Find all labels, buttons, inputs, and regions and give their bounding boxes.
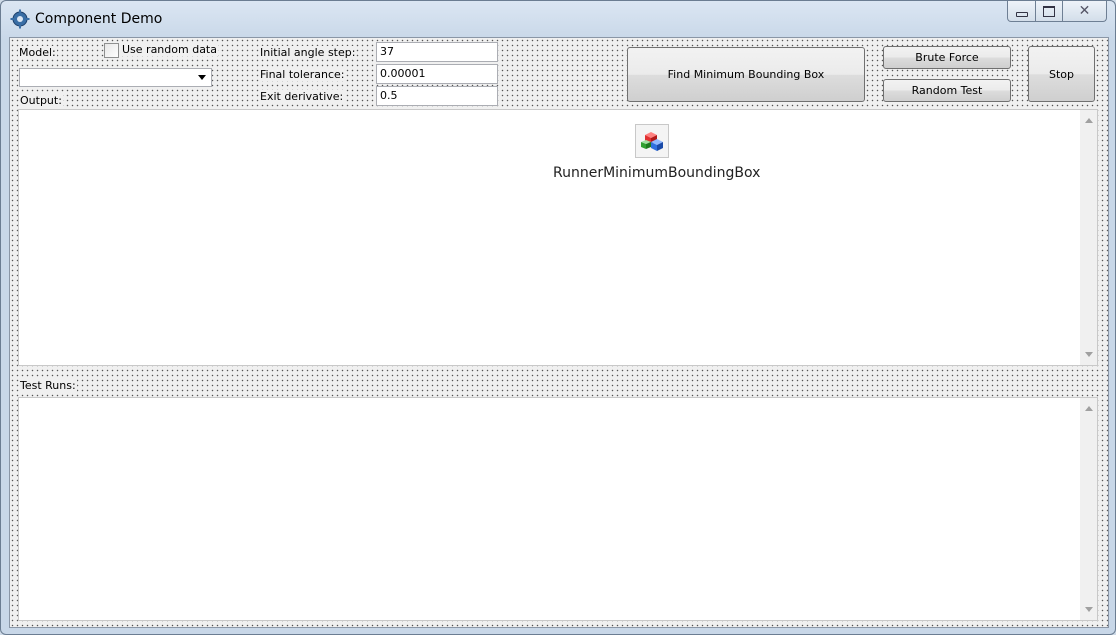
colored-boxes-icon[interactable] [635, 124, 669, 158]
brute-force-button[interactable]: Brute Force [883, 46, 1011, 69]
window-controls: ✕ [1007, 1, 1107, 22]
final-tolerance-input[interactable]: 0.00001 [376, 64, 498, 84]
model-label: Model: [18, 46, 57, 59]
initial-angle-step-label: Initial angle step: [259, 46, 357, 59]
colored-boxes-graphic [641, 132, 663, 151]
test-runs-label: Test Runs: [19, 379, 77, 392]
initial-angle-step-input[interactable]: 37 [376, 42, 498, 62]
output-scrollbar[interactable] [1080, 110, 1097, 365]
minimize-icon [1015, 11, 1028, 17]
test-runs-scrollbar[interactable] [1080, 398, 1097, 620]
model-combobox[interactable] [19, 68, 212, 87]
scroll-down-icon[interactable] [1085, 352, 1093, 357]
stop-button[interactable]: Stop [1028, 46, 1095, 102]
chevron-down-icon [198, 75, 206, 80]
window-title: Component Demo [35, 11, 163, 27]
final-tolerance-label: Final tolerance: [259, 68, 346, 81]
random-test-button[interactable]: Random Test [883, 79, 1011, 102]
app-window: Component Demo ✕ Model: Use random data … [0, 0, 1116, 635]
output-label: Output: [19, 94, 63, 107]
maximize-icon [1043, 5, 1055, 17]
app-gear-icon [10, 9, 30, 29]
use-random-data-label[interactable]: Use random data [121, 43, 218, 56]
scroll-up-icon[interactable] [1085, 118, 1093, 123]
maximize-button[interactable] [1036, 1, 1063, 22]
scroll-down-icon[interactable] [1085, 607, 1093, 612]
exit-derivative-label: Exit derivative: [259, 90, 345, 103]
close-button[interactable]: ✕ [1063, 1, 1107, 22]
use-random-data-checkbox[interactable] [104, 43, 119, 58]
scroll-up-icon[interactable] [1085, 406, 1093, 411]
close-icon: ✕ [1078, 3, 1091, 19]
component-name-label: RunnerMinimumBoundingBox [553, 165, 761, 181]
minimize-button[interactable] [1007, 1, 1036, 22]
find-minimum-bounding-box-button[interactable]: Find Minimum Bounding Box [627, 47, 865, 102]
output-panel[interactable]: RunnerMinimumBoundingBox [18, 109, 1098, 366]
exit-derivative-input[interactable]: 0.5 [376, 86, 498, 106]
form-client-area: Model: Use random data Output: Initial a… [9, 37, 1109, 628]
test-runs-panel[interactable] [18, 397, 1098, 621]
